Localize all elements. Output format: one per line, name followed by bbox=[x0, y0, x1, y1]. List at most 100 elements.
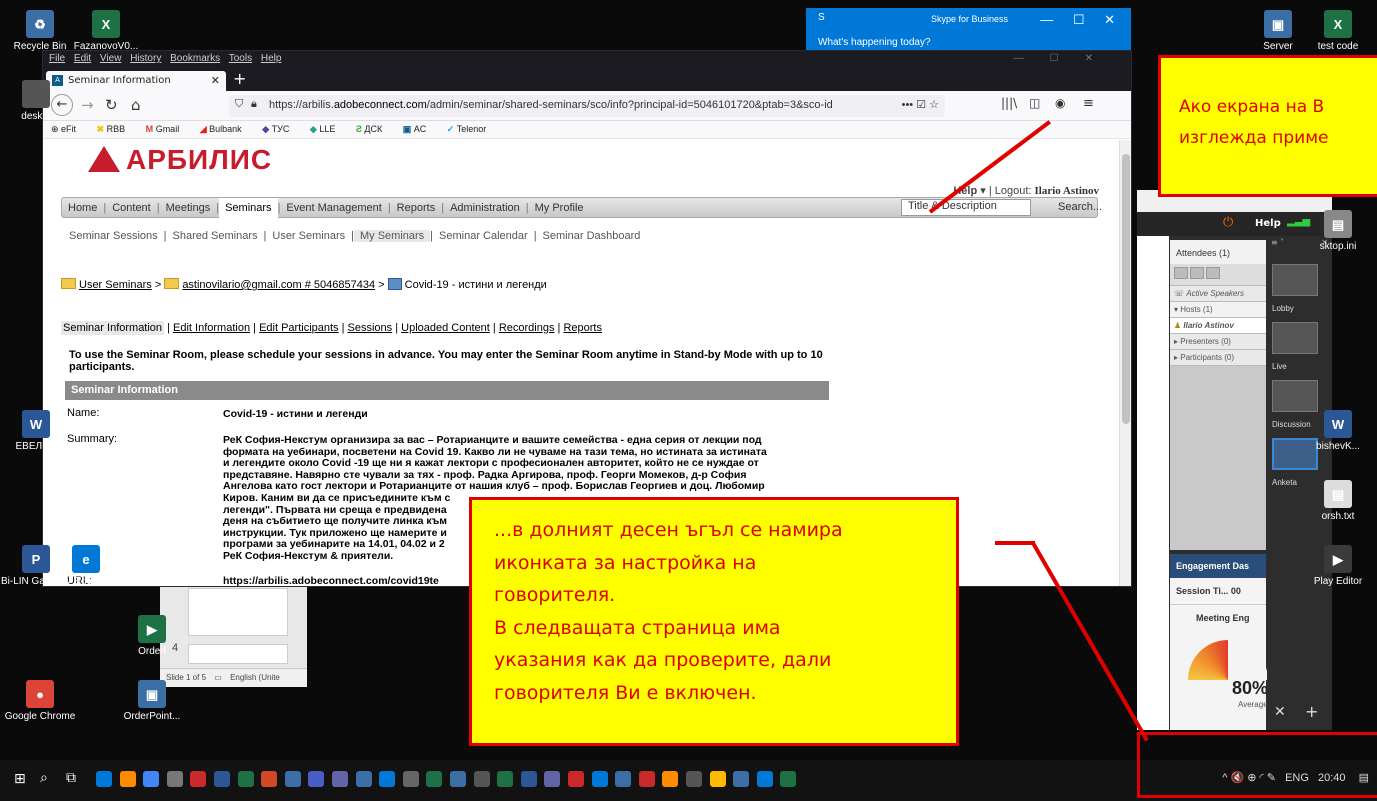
taskbar-app-icon[interactable] bbox=[143, 771, 160, 787]
ppt-language[interactable]: English (Unite bbox=[230, 673, 280, 682]
taskbar-app-icon[interactable] bbox=[473, 771, 490, 787]
bookmark-tys[interactable]: ◆ ТУС bbox=[262, 124, 298, 134]
desktop-icon[interactable]: W ЕВЕЛИН bbox=[0, 410, 72, 452]
list-view-icon[interactable] bbox=[1174, 267, 1188, 279]
menu-help[interactable]: Help bbox=[261, 53, 282, 64]
taskbar-app-icon[interactable] bbox=[615, 771, 632, 787]
tab-seminar-information[interactable]: A Seminar Information ✕ bbox=[46, 71, 226, 91]
layout-item[interactable]: Lobby bbox=[1272, 264, 1318, 313]
presenters-group[interactable]: ▸ Presenters (0) bbox=[1170, 334, 1266, 350]
tab-seminar-info[interactable]: Seminar Information bbox=[61, 321, 165, 335]
connect-help-menu[interactable]: Help bbox=[1255, 218, 1281, 229]
taskbar-app-icon[interactable] bbox=[355, 771, 372, 787]
menu-file[interactable]: File bbox=[49, 53, 65, 64]
participants-group[interactable]: ▸ Participants (0) bbox=[1170, 350, 1266, 366]
taskbar-app-icon[interactable] bbox=[96, 771, 112, 787]
taskbar-app-icon[interactable] bbox=[638, 771, 655, 787]
account-icon[interactable]: ◉ bbox=[1055, 96, 1065, 110]
sidebar-icon[interactable]: ◫ bbox=[1029, 96, 1040, 110]
tab-sessions[interactable]: Sessions bbox=[348, 322, 393, 334]
taskbar-app-icon[interactable] bbox=[756, 771, 773, 787]
skype-for-business-window[interactable]: S Skype for Business — ☐ ✕ What's happen… bbox=[806, 8, 1131, 54]
desktop-icon[interactable]: ♻ Recycle Bin bbox=[4, 10, 76, 52]
bookmark-ac[interactable]: ▣ AC bbox=[403, 124, 436, 134]
desktop-icon[interactable]: ▣ OrderPoint... bbox=[116, 680, 188, 722]
tab-edit-participants[interactable]: Edit Participants bbox=[259, 322, 338, 334]
nav-home[interactable]: Home bbox=[62, 202, 103, 214]
desktop-icon[interactable]: Xtest code bbox=[1302, 10, 1374, 52]
nav-reports[interactable]: Reports bbox=[391, 202, 442, 214]
tab-reports[interactable]: Reports bbox=[563, 322, 602, 334]
arbilis-logo[interactable]: АРБИЛИС bbox=[88, 144, 272, 176]
taskbar-app-icon[interactable] bbox=[591, 771, 608, 787]
taskbar-app-icon[interactable] bbox=[284, 771, 301, 787]
bookmark-rbb[interactable]: ✖ RBB bbox=[97, 124, 135, 134]
notes-icon[interactable]: ▭ bbox=[214, 673, 222, 682]
subnav-user-seminars[interactable]: User Seminars bbox=[266, 230, 351, 242]
menu-edit[interactable]: Edit bbox=[74, 53, 91, 64]
new-tab-button[interactable]: + bbox=[233, 69, 246, 88]
taskbar-app-icon[interactable] bbox=[733, 771, 750, 787]
taskbar-app-icon[interactable] bbox=[261, 771, 278, 787]
slide-thumbnail[interactable] bbox=[188, 588, 288, 636]
taskbar-app-icon[interactable] bbox=[780, 771, 797, 787]
menu-history[interactable]: History bbox=[130, 53, 161, 64]
forward-arrow-icon[interactable]: → bbox=[81, 96, 94, 114]
tab-uploaded-content[interactable]: Uploaded Content bbox=[401, 322, 490, 334]
start-button-icon[interactable]: ⊞ bbox=[14, 771, 26, 787]
taskbar-app-icon[interactable] bbox=[520, 771, 537, 787]
reload-icon[interactable]: ↻ bbox=[105, 96, 118, 114]
crumb-user-seminars[interactable]: User Seminars bbox=[79, 279, 152, 291]
url-bar[interactable]: ⛉ 🔒︎ https://arbilis.adobeconnect.com/ad… bbox=[229, 95, 945, 117]
taskbar-app-icon[interactable] bbox=[166, 771, 183, 787]
attendee-view-toggles[interactable] bbox=[1170, 264, 1266, 286]
bookmark-efit[interactable]: ⊕ eFit bbox=[51, 124, 85, 134]
desktop-icon[interactable]: ▤ orsh.txt bbox=[1302, 480, 1374, 522]
desktop-icon[interactable]: deskto bbox=[0, 80, 72, 122]
subnav-seminar-calendar[interactable]: Seminar Calendar bbox=[433, 230, 534, 242]
tab-recordings[interactable]: Recordings bbox=[499, 322, 555, 334]
taskbar-app-icon[interactable] bbox=[450, 771, 466, 787]
menu-tools[interactable]: Tools bbox=[229, 53, 252, 64]
taskbar-app-icon[interactable] bbox=[497, 771, 514, 787]
desktop-icon[interactable]: WbishevK... bbox=[1302, 410, 1374, 452]
search-input[interactable]: Title & Description bbox=[901, 199, 1031, 216]
taskbar-app-icon[interactable] bbox=[426, 771, 443, 787]
nav-my-profile[interactable]: My Profile bbox=[529, 202, 590, 214]
shield-icon[interactable]: ⛉ bbox=[235, 98, 243, 111]
home-icon[interactable]: ⌂ bbox=[131, 96, 141, 114]
hamburger-menu-icon[interactable]: ≡ bbox=[1083, 96, 1094, 111]
host-row[interactable]: ♟ Ilario Astinov bbox=[1170, 318, 1266, 334]
taskbar-app-icon[interactable] bbox=[237, 771, 254, 787]
taskbar-app-icon[interactable] bbox=[119, 771, 136, 787]
taskbar-app-icon[interactable] bbox=[214, 771, 230, 787]
layout-settings-icon[interactable]: ✕ bbox=[1274, 704, 1286, 720]
bookmark-gmail[interactable]: M Gmail bbox=[146, 124, 189, 134]
layout-item[interactable]: Live bbox=[1272, 322, 1318, 371]
taskbar-app-icon[interactable] bbox=[544, 771, 561, 787]
search-icon[interactable]: ⌕ bbox=[40, 770, 48, 786]
tab-edit-information[interactable]: Edit Information bbox=[173, 322, 250, 334]
desktop-icon[interactable]: e Edge bbox=[50, 545, 122, 587]
page-actions[interactable]: ••• ☑ ☆ bbox=[902, 98, 939, 111]
skype-status-message[interactable]: What's happening today? bbox=[818, 37, 931, 48]
subnav-shared-seminars[interactable]: Shared Seminars bbox=[167, 230, 264, 242]
taskbar-app-icon[interactable] bbox=[709, 771, 726, 787]
bookmark-lle[interactable]: ◆ LLE bbox=[310, 124, 344, 134]
taskbar-app-icon[interactable] bbox=[402, 771, 419, 787]
nav-meetings[interactable]: Meetings bbox=[160, 202, 217, 214]
bookmark-dsk[interactable]: Ƨ ДСК bbox=[356, 124, 391, 134]
tab-close-icon[interactable]: ✕ bbox=[211, 74, 220, 87]
power-icon[interactable]: ⏻ bbox=[1223, 215, 1233, 230]
slide-thumbnail-4[interactable] bbox=[188, 644, 288, 664]
taskbar-app-icon[interactable] bbox=[308, 771, 325, 787]
desktop-icon[interactable]: ● Google Chrome bbox=[4, 680, 76, 722]
nav-seminars[interactable]: Seminars bbox=[219, 198, 278, 219]
desktop-icon[interactable]: ▶ Play Editor bbox=[1302, 545, 1374, 587]
bookmark-bulbank[interactable]: ◢ Bulbank bbox=[200, 124, 251, 134]
lock-icon[interactable]: 🔒︎ bbox=[251, 98, 257, 111]
nav-event-management[interactable]: Event Management bbox=[280, 202, 387, 214]
desktop-icon[interactable]: ▶ Orderl bbox=[116, 615, 188, 657]
menu-bookmarks[interactable]: Bookmarks bbox=[170, 53, 220, 64]
task-view-icon[interactable]: ⧉ bbox=[66, 770, 76, 786]
